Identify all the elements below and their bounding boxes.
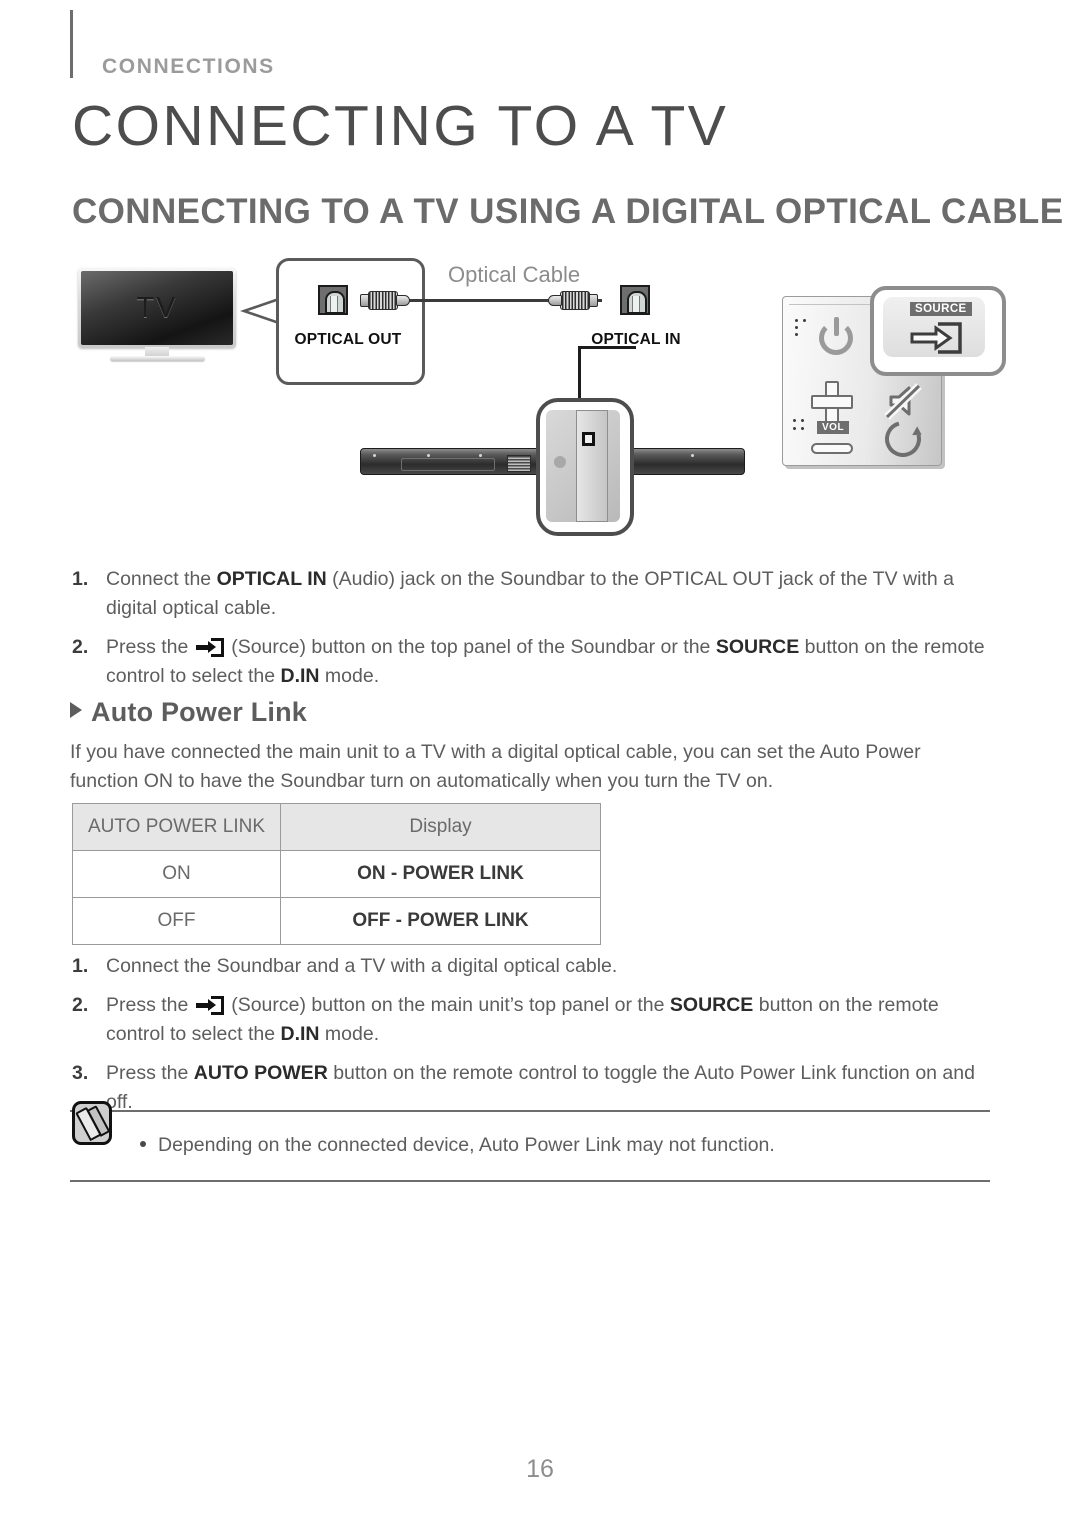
optical-jack-icon [318,285,348,315]
note-block: Depending on the connected device, Auto … [70,1101,990,1182]
page-title: CONNECTING TO A TV [72,94,729,158]
table-cell-display: OFF - POWER LINK [280,897,601,945]
source-icon [910,322,962,354]
steps-list-bottom: 1. Connect the Soundbar and a TV with a d… [70,952,990,1127]
optical-in-zoom-bubble [536,398,634,536]
vol-badge: VOL [817,421,850,434]
bullet-icon [140,1141,146,1147]
note-pencil-icon [72,1101,112,1145]
note-bottom-rule [70,1180,990,1182]
optical-in-port [582,432,595,446]
steps-list-top: 1. Connect the OPTICAL IN (Audio) jack on… [70,565,990,701]
optical-out-jack-icon-wrap [318,285,348,315]
list-item: 2. Press the (Source) button on the main … [70,991,990,1049]
source-icon [195,638,224,657]
header-vertical-rule [70,10,73,78]
optical-out-callout [276,258,425,385]
source-badge: SOURCE [910,302,972,316]
tv-screen: TV [81,271,233,345]
list-item-text: Press the (Source) button on the top pan… [106,636,985,687]
auto-power-link-heading-label: Auto Power Link [91,697,308,727]
list-item: 1. Connect the OPTICAL IN (Audio) jack on… [70,565,990,623]
table-cell-setting: ON [72,850,281,898]
optical-out-label: OPTICAL OUT [294,331,402,348]
optical-in-jack-icon-wrap [620,285,650,315]
optical-plug-right-icon [548,291,602,310]
list-item-number: 1. [72,568,89,590]
table-header-setting: AUTO POWER LINK [72,803,281,851]
list-item: 2. Press the (Source) button on the top p… [70,633,990,691]
table-body: ON ON - POWER LINK OFF OFF - POWER LINK [72,850,601,945]
manual-page: CONNECTIONS CONNECTING TO A TV CONNECTIN… [0,0,1080,1532]
page-header: CONNECTIONS [70,10,990,82]
optical-plug-left-icon [356,291,410,310]
table-cell-display: ON - POWER LINK [280,850,601,898]
triangle-bullet-icon [70,702,82,718]
connection-diagram: TV OPTICAL OUT Optical Cable OPTICAL IN [70,250,1010,550]
list-item-text: Connect the Soundbar and a TV with a dig… [106,955,618,977]
note-text: Depending on the connected device, Auto … [158,1134,775,1156]
table-header-row: AUTO POWER LINK Display [72,803,601,851]
list-item-text: Press the (Source) button on the main un… [106,994,939,1045]
source-button-zoom-bubble: SOURCE [870,286,1006,376]
list-item-number: 1. [72,955,89,977]
table-row: ON ON - POWER LINK [72,850,601,898]
page-number: 16 [526,1455,554,1483]
chapter-eyebrow: CONNECTIONS [102,55,275,78]
tv-illustration: TV [78,268,236,361]
list-item-number: 3. [72,1062,89,1084]
list-item-text: Connect the OPTICAL IN (Audio) jack on t… [106,568,954,619]
table-row: OFF OFF - POWER LINK [72,897,601,945]
volume-down-icon[interactable] [811,443,853,454]
list-item: 3. Press the AUTO POWER button on the rem… [70,1059,990,1117]
note-top-rule [70,1110,990,1112]
source-icon [195,996,224,1015]
list-item-number: 2. [72,994,89,1016]
tv-label: TV [136,291,178,324]
auto-power-link-table: AUTO POWER LINK Display ON ON - POWER LIN… [72,803,601,945]
list-item-text: Press the AUTO POWER button on the remot… [106,1062,975,1113]
repeat-icon[interactable] [878,414,928,464]
section-title: CONNECTING TO A TV USING A DIGITAL OPTIC… [72,192,1064,231]
volume-braille-dots [793,419,807,437]
tv-stand-base [110,356,205,361]
note-text-row: Depending on the connected device, Auto … [140,1131,775,1159]
tv-frame: TV [78,268,236,348]
table-cell-setting: OFF [72,897,281,945]
mute-icon[interactable] [883,381,923,421]
power-icon[interactable] [819,317,853,355]
list-item-number: 2. [72,636,89,658]
volume-up-icon[interactable] [811,381,853,423]
power-braille-dots [795,319,809,337]
intro-paragraph: If you have connected the main unit to a… [70,741,921,792]
optical-jack-icon [620,285,650,315]
list-item: 1. Connect the Soundbar and a TV with a d… [70,952,990,981]
pointer-elbow [578,346,636,349]
auto-power-link-heading: Auto Power Link [70,697,307,728]
table-header-display: Display [280,803,601,851]
optical-cable-label: Optical Cable [448,262,581,287]
